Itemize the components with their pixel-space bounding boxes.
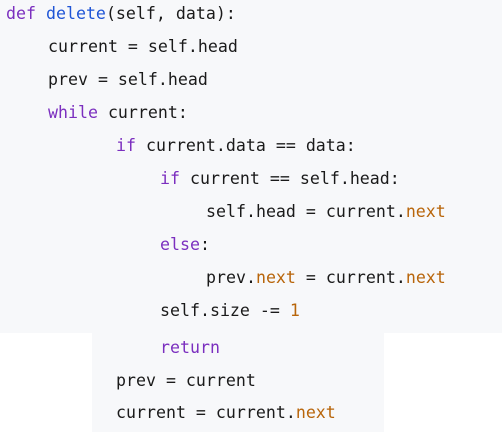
code-text: current.data == data: bbox=[135, 136, 356, 155]
code-line-9: prev.next = current.next bbox=[206, 267, 446, 289]
code-text: : bbox=[199, 235, 210, 254]
code-text: prev = current bbox=[116, 371, 256, 390]
keyword-while: while bbox=[48, 103, 98, 122]
attribute-next: next bbox=[295, 403, 336, 422]
code-line-10: self.size -= 1 bbox=[160, 300, 300, 322]
code-line-2: current = self.head bbox=[48, 36, 238, 58]
code-line-5: if current.data == data: bbox=[116, 135, 356, 157]
keyword-def: def bbox=[6, 4, 36, 23]
code-text: current: bbox=[97, 103, 188, 122]
code-line-4: while current: bbox=[48, 102, 188, 124]
code-line-6: if current == self.head: bbox=[160, 168, 400, 190]
code-text: self.head = current. bbox=[206, 202, 406, 221]
attribute-next: next bbox=[405, 202, 446, 221]
code-line-8: else: bbox=[160, 234, 210, 256]
code-text: prev. bbox=[206, 268, 256, 287]
code-line-3: prev = self.head bbox=[48, 69, 208, 91]
attribute-next: next bbox=[255, 268, 296, 287]
keyword-if: if bbox=[116, 136, 136, 155]
code-line-12: prev = current bbox=[116, 370, 256, 392]
attribute-next: next bbox=[405, 268, 446, 287]
code-block: def delete(self, data): current = self.h… bbox=[0, 0, 502, 441]
code-text: current = current. bbox=[116, 403, 296, 422]
code-text: current == self.head: bbox=[179, 169, 400, 188]
code-text: prev = self.head bbox=[48, 70, 208, 89]
code-text: self.size -= bbox=[160, 301, 290, 320]
function-name: delete bbox=[45, 4, 106, 23]
code-line-11: return bbox=[160, 337, 220, 359]
code-line-1: def delete(self, data): bbox=[6, 3, 236, 25]
function-signature: (self, data): bbox=[105, 4, 236, 23]
code-text: = current. bbox=[295, 268, 406, 287]
number-literal: 1 bbox=[289, 301, 300, 320]
code-line-7: self.head = current.next bbox=[206, 201, 446, 223]
code-line-13: current = current.next bbox=[116, 402, 336, 424]
keyword-return: return bbox=[160, 338, 220, 357]
code-text: current = self.head bbox=[48, 37, 238, 56]
keyword-if: if bbox=[160, 169, 180, 188]
keyword-else: else bbox=[160, 235, 200, 254]
